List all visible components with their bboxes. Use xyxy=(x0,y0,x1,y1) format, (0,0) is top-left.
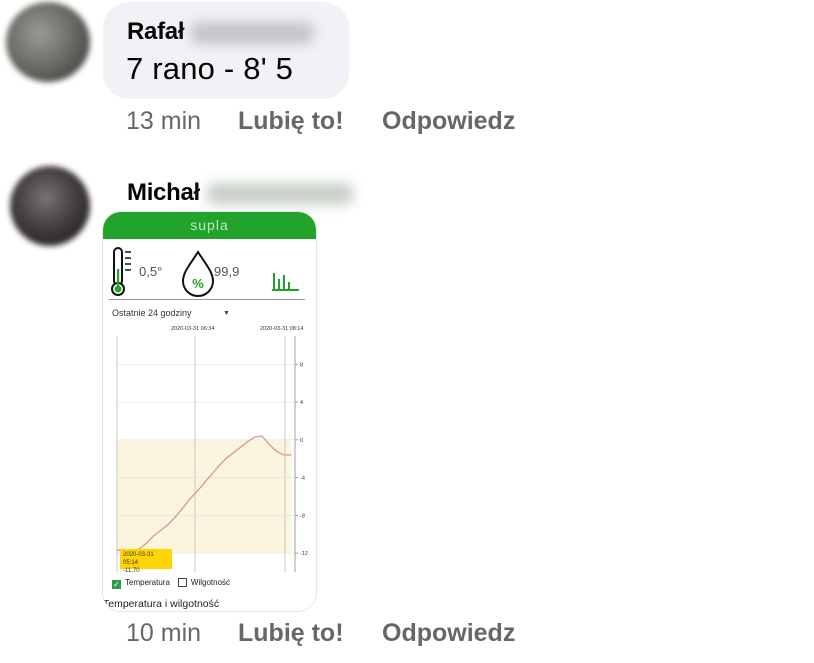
legend-humidity[interactable]: Wilgotność xyxy=(191,578,230,587)
comment-author[interactable]: Michał xyxy=(127,179,354,207)
comment-timestamp[interactable]: 10 min xyxy=(126,619,201,647)
data-point xyxy=(225,458,227,460)
divider xyxy=(109,299,305,300)
comment-text: 7 rano - 8' 5 xyxy=(126,51,294,86)
data-point xyxy=(261,435,263,437)
thermometer-icon xyxy=(111,247,131,296)
checkbox-checked-icon[interactable]: ✓ xyxy=(112,580,121,589)
comment-actions: 10 min Lubię to! Odpowiedz xyxy=(126,619,515,648)
chart-icon[interactable] xyxy=(272,273,299,291)
app-header: supla xyxy=(103,212,316,239)
data-point xyxy=(196,491,198,493)
reply-button[interactable]: Odpowiedz xyxy=(382,107,515,136)
legend-temperature[interactable]: Temperatura xyxy=(125,578,170,587)
y-tick-label: 0 xyxy=(300,438,303,444)
comment-actions: 13 min Lubię to! Odpowiedz xyxy=(126,107,515,136)
data-point xyxy=(283,454,285,456)
data-point xyxy=(181,508,183,510)
blurred-surname xyxy=(190,21,315,44)
range-select[interactable]: Ostatnie 24 godziny xyxy=(112,308,192,318)
temperature-value: 0,5° xyxy=(139,264,163,279)
comment-author[interactable]: Rafał xyxy=(127,18,315,46)
chart-shading xyxy=(117,439,291,554)
checkbox-unchecked-icon[interactable] xyxy=(177,578,187,587)
data-point xyxy=(217,465,220,467)
like-button[interactable]: Lubię to! xyxy=(238,619,344,648)
y-tick-label: -8 xyxy=(300,513,305,519)
temperature-chart[interactable]: 8 4 0 -4 -8 -12 xyxy=(103,332,316,577)
avatar[interactable] xyxy=(6,2,90,82)
reply-button[interactable]: Odpowiedz xyxy=(382,619,515,648)
comment-timestamp[interactable]: 13 min xyxy=(126,107,201,135)
data-point xyxy=(232,452,234,454)
humidity-drop-icon: % xyxy=(181,250,215,297)
section-title: Temperatura i wilgotność xyxy=(103,598,220,610)
data-point xyxy=(188,498,191,500)
y-tick-label: 8 xyxy=(300,362,303,368)
data-point xyxy=(159,529,162,532)
data-point xyxy=(167,524,169,526)
blurred-surname xyxy=(205,182,354,205)
caret-down-icon[interactable]: ▼ xyxy=(223,310,230,317)
y-tick-label: -12 xyxy=(300,551,308,557)
data-point xyxy=(210,474,212,476)
author-name[interactable]: Rafał xyxy=(127,18,185,45)
attached-image[interactable]: supla % 0,5° 99,9 Ostatnie 24 godziny ▼ … xyxy=(103,212,316,611)
author-name[interactable]: Michał xyxy=(127,179,200,206)
data-point xyxy=(145,543,147,545)
data-point xyxy=(116,549,118,551)
chart-legend: ✓ Temperatura Wilgotność xyxy=(112,578,230,589)
chart-tooltip: 2020-03-31 05:14 -11,70 xyxy=(120,549,172,574)
data-point xyxy=(290,454,292,456)
tooltip-date: 2020-03-31 05:14 xyxy=(123,552,154,566)
data-point xyxy=(239,446,241,448)
like-button[interactable]: Lubię to! xyxy=(238,107,344,136)
tooltip-value: -11,70 xyxy=(123,568,140,574)
data-point xyxy=(152,535,154,537)
data-point xyxy=(203,482,205,484)
humidity-symbol: % xyxy=(192,276,204,291)
data-point xyxy=(174,516,176,518)
humidity-value: 99,9 xyxy=(214,264,240,279)
data-point xyxy=(246,441,249,443)
data-point xyxy=(254,436,256,438)
data-point xyxy=(275,450,278,452)
data-point xyxy=(268,444,270,446)
y-tick-label: 4 xyxy=(300,400,303,406)
avatar[interactable] xyxy=(10,166,90,246)
y-tick-label: -4 xyxy=(300,476,305,482)
